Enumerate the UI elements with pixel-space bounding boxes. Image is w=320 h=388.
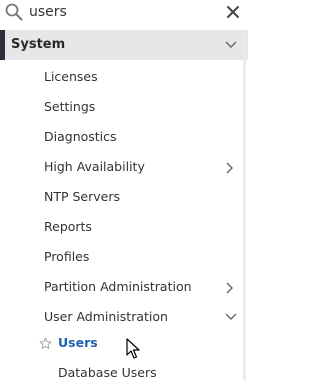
sub-item-users[interactable]: Users (0, 328, 248, 358)
nav-item-label: Settings (44, 99, 96, 114)
nav-item-high-availability[interactable]: High Availability (0, 152, 248, 182)
nav-item-label: Partition Administration (44, 279, 192, 294)
chevron-right-icon (226, 162, 233, 174)
chevron-down-icon (225, 41, 237, 48)
section-accent-bar (0, 30, 5, 60)
nav-item-label: High Availability (44, 159, 145, 174)
nav-item-label: User Administration (44, 309, 168, 324)
chevron-right-icon (226, 282, 233, 294)
nav-item-label: Diagnostics (44, 129, 117, 144)
chevron-down-icon (225, 313, 237, 320)
search-icon (5, 3, 23, 21)
scrollbar-thumb[interactable] (243, 32, 246, 381)
nav-item-label: Licenses (44, 69, 98, 84)
nav-item-partition-administration[interactable]: Partition Administration (0, 272, 248, 302)
mouse-cursor-icon (126, 338, 140, 359)
nav-item-label: Profiles (44, 249, 90, 264)
search-input[interactable] (29, 3, 209, 21)
sub-item-label: Users (58, 335, 98, 350)
nav-item-licenses[interactable]: Licenses (0, 62, 248, 92)
scrollbar[interactable] (242, 30, 248, 383)
star-outline-icon[interactable] (39, 337, 52, 350)
section-title: System (11, 37, 66, 52)
nav-item-reports[interactable]: Reports (0, 212, 248, 242)
nav-item-settings[interactable]: Settings (0, 92, 248, 122)
nav-item-ntp-servers[interactable]: NTP Servers (0, 182, 248, 212)
sub-item-database-users[interactable]: Database Users (0, 358, 248, 388)
nav-item-label: Reports (44, 219, 92, 234)
nav-item-label: NTP Servers (44, 189, 121, 204)
section-header-system[interactable]: System (0, 30, 248, 60)
sub-item-label: Database Users (58, 365, 157, 380)
nav-item-diagnostics[interactable]: Diagnostics (0, 122, 248, 152)
close-icon[interactable] (226, 5, 240, 19)
search-bar (0, 0, 248, 26)
nav-item-profiles[interactable]: Profiles (0, 242, 248, 272)
